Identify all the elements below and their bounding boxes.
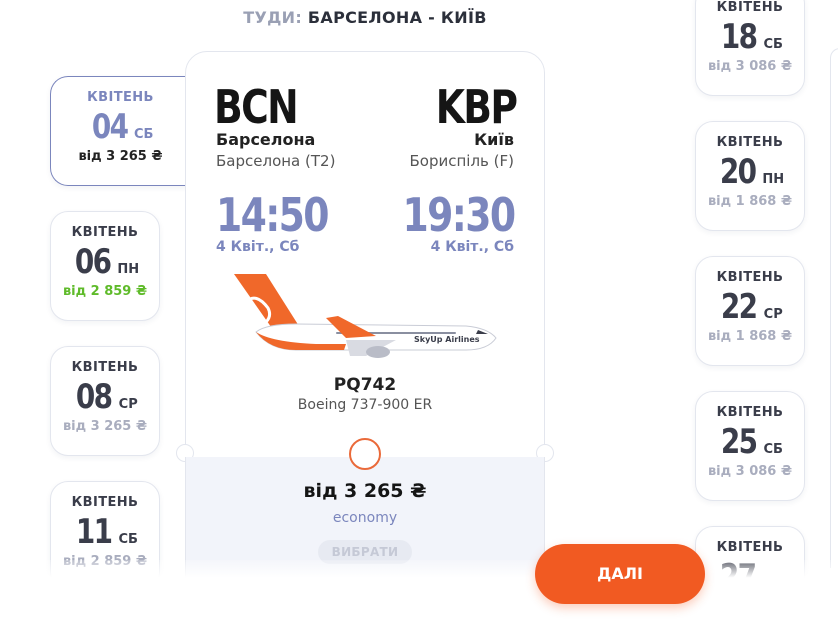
- date-card-06[interactable]: КВІТЕНЬ 06 ПН від 2 859 ₴: [50, 211, 160, 321]
- route-prefix: ТУДИ:: [243, 8, 303, 27]
- date-price: від 1 868 ₴: [707, 194, 793, 209]
- date-day: 25 СБ: [696, 422, 804, 462]
- date-month: КВІТЕНЬ: [716, 405, 784, 420]
- date-month: КВІТЕНЬ: [71, 495, 139, 510]
- origin-city: Барселона: [216, 130, 316, 149]
- day-of-week: СР: [763, 307, 783, 322]
- date-day: 04 СБ: [51, 107, 190, 147]
- date-card-20[interactable]: КВІТЕНЬ 20 ПН від 1 868 ₴: [695, 121, 805, 231]
- date-month: КВІТЕНЬ: [71, 225, 139, 240]
- day-number: 11: [75, 512, 113, 552]
- day-of-week: СБ: [118, 532, 138, 547]
- date-card-22[interactable]: КВІТЕНЬ 22 СР від 1 868 ₴: [695, 256, 805, 366]
- date-day: 18 СБ: [696, 17, 804, 57]
- date-price: від 3 265 ₴: [78, 149, 163, 164]
- next-button[interactable]: ДАЛІ: [535, 544, 705, 604]
- day-number: 04: [91, 107, 128, 147]
- day-of-week: ПН: [117, 262, 140, 277]
- origin-code: BCN: [214, 80, 299, 134]
- route-title: ТУДИ: БАРСЕЛОНА - КИЇВ: [0, 8, 730, 27]
- day-number: 06: [74, 242, 112, 282]
- date-month: КВІТЕНЬ: [716, 0, 784, 15]
- fare-price: від 3 265 ₴: [303, 480, 427, 502]
- date-price: від 2 859 ₴: [62, 284, 148, 299]
- date-card-25[interactable]: КВІТЕНЬ 25 СБ від 3 086 ₴: [695, 391, 805, 501]
- date-month: КВІТЕНЬ: [716, 135, 784, 150]
- arrival-date: 4 Квіт., Сб: [430, 239, 514, 255]
- fare-radio[interactable]: [349, 438, 381, 470]
- fare-class: economy: [332, 510, 398, 526]
- bottom-fade: [0, 560, 838, 619]
- date-price: від 3 086 ₴: [707, 464, 793, 479]
- date-day: 06 ПН: [51, 242, 159, 282]
- date-month: КВІТЕНЬ: [716, 270, 784, 285]
- date-month: КВІТЕНЬ: [716, 540, 784, 555]
- date-month: КВІТЕНЬ: [87, 90, 154, 105]
- plane-livery-text: SkyUp Airlines: [414, 335, 480, 344]
- origin-airport: Барселона (T2): [216, 152, 336, 170]
- destination-airport: Бориспіль (F): [409, 152, 515, 170]
- arrival-time: 19:30: [402, 188, 516, 242]
- next-panel-edge: [830, 48, 838, 568]
- departure-time: 14:50: [216, 188, 330, 242]
- destination-city: Київ: [474, 130, 514, 149]
- route-name: БАРСЕЛОНА - КИЇВ: [307, 8, 487, 27]
- day-number: 20: [719, 152, 757, 192]
- date-day: 11 СБ: [51, 512, 159, 552]
- date-day: 22 СР: [696, 287, 804, 327]
- day-of-week: СБ: [763, 37, 783, 52]
- flight-card[interactable]: BCN KBP Барселона Київ Барселона (T2) Бо…: [176, 51, 554, 471]
- aircraft-type: Boeing 737-900 ER: [297, 397, 433, 413]
- date-price: від 3 265 ₴: [62, 419, 148, 434]
- day-number: 22: [721, 287, 758, 327]
- day-number: 08: [76, 377, 113, 417]
- date-card-04[interactable]: КВІТЕНЬ 04 СБ від 3 265 ₴: [50, 76, 190, 186]
- date-card-18[interactable]: КВІТЕНЬ 18 СБ від 3 086 ₴: [695, 0, 805, 96]
- date-day: 20 ПН: [696, 152, 804, 192]
- day-of-week: ПН: [762, 172, 785, 187]
- date-month: КВІТЕНЬ: [71, 360, 139, 375]
- date-card-08[interactable]: КВІТЕНЬ 08 СР від 3 265 ₴: [50, 346, 160, 456]
- day-of-week: СБ: [133, 127, 154, 142]
- day-number: 25: [720, 422, 758, 462]
- flight-number: PQ742: [333, 375, 397, 395]
- date-day: 08 СР: [51, 377, 159, 417]
- date-price: від 3 086 ₴: [707, 59, 793, 74]
- departure-date: 4 Квіт., Сб: [216, 239, 300, 255]
- airplane-image: SkyUp Airlines: [234, 274, 497, 358]
- destination-code: KBP: [435, 80, 517, 134]
- date-price: від 1 868 ₴: [707, 329, 793, 344]
- day-number: 18: [720, 17, 758, 57]
- day-of-week: СР: [118, 397, 138, 412]
- day-of-week: СБ: [763, 442, 783, 457]
